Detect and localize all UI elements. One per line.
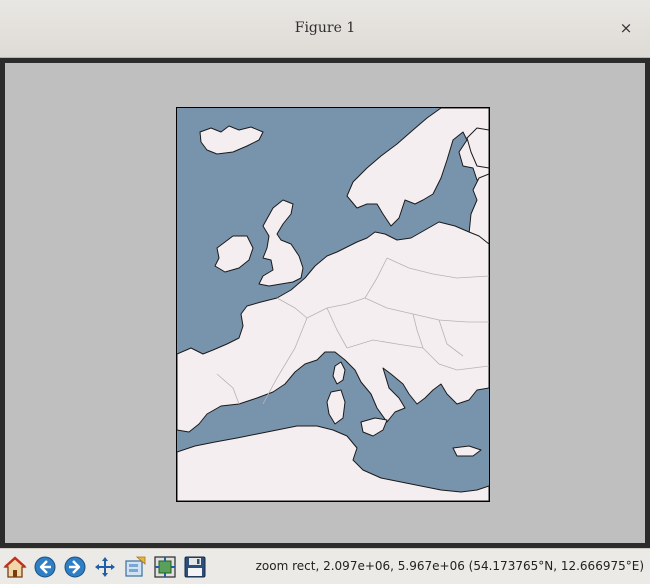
close-button[interactable]: × xyxy=(616,18,636,38)
floppy-icon xyxy=(184,556,206,578)
title-bar: Figure 1 × xyxy=(0,0,650,58)
subplots-icon xyxy=(154,556,176,578)
pan-icon xyxy=(95,557,115,577)
back-button[interactable] xyxy=(32,554,58,580)
subplots-button[interactable] xyxy=(152,554,178,580)
navigation-toolbar: zoom rect, 2.097e+06, 5.967e+06 (54.1737… xyxy=(0,548,650,584)
zoom-button[interactable] xyxy=(122,554,148,580)
save-button[interactable] xyxy=(182,554,208,580)
home-button[interactable] xyxy=(2,554,28,580)
forward-button[interactable] xyxy=(62,554,88,580)
window-title: Figure 1 xyxy=(294,20,356,36)
europe-map xyxy=(177,108,489,501)
arrow-left-icon xyxy=(34,556,56,578)
zoom-rect-icon xyxy=(125,556,146,577)
figure-canvas[interactable] xyxy=(5,63,645,543)
figure-frame xyxy=(0,58,650,548)
home-icon xyxy=(3,556,27,578)
pan-button[interactable] xyxy=(92,554,118,580)
arrow-right-icon xyxy=(64,556,86,578)
status-readout: zoom rect, 2.097e+06, 5.967e+06 (54.1737… xyxy=(255,559,644,573)
map-axes[interactable] xyxy=(176,107,490,502)
